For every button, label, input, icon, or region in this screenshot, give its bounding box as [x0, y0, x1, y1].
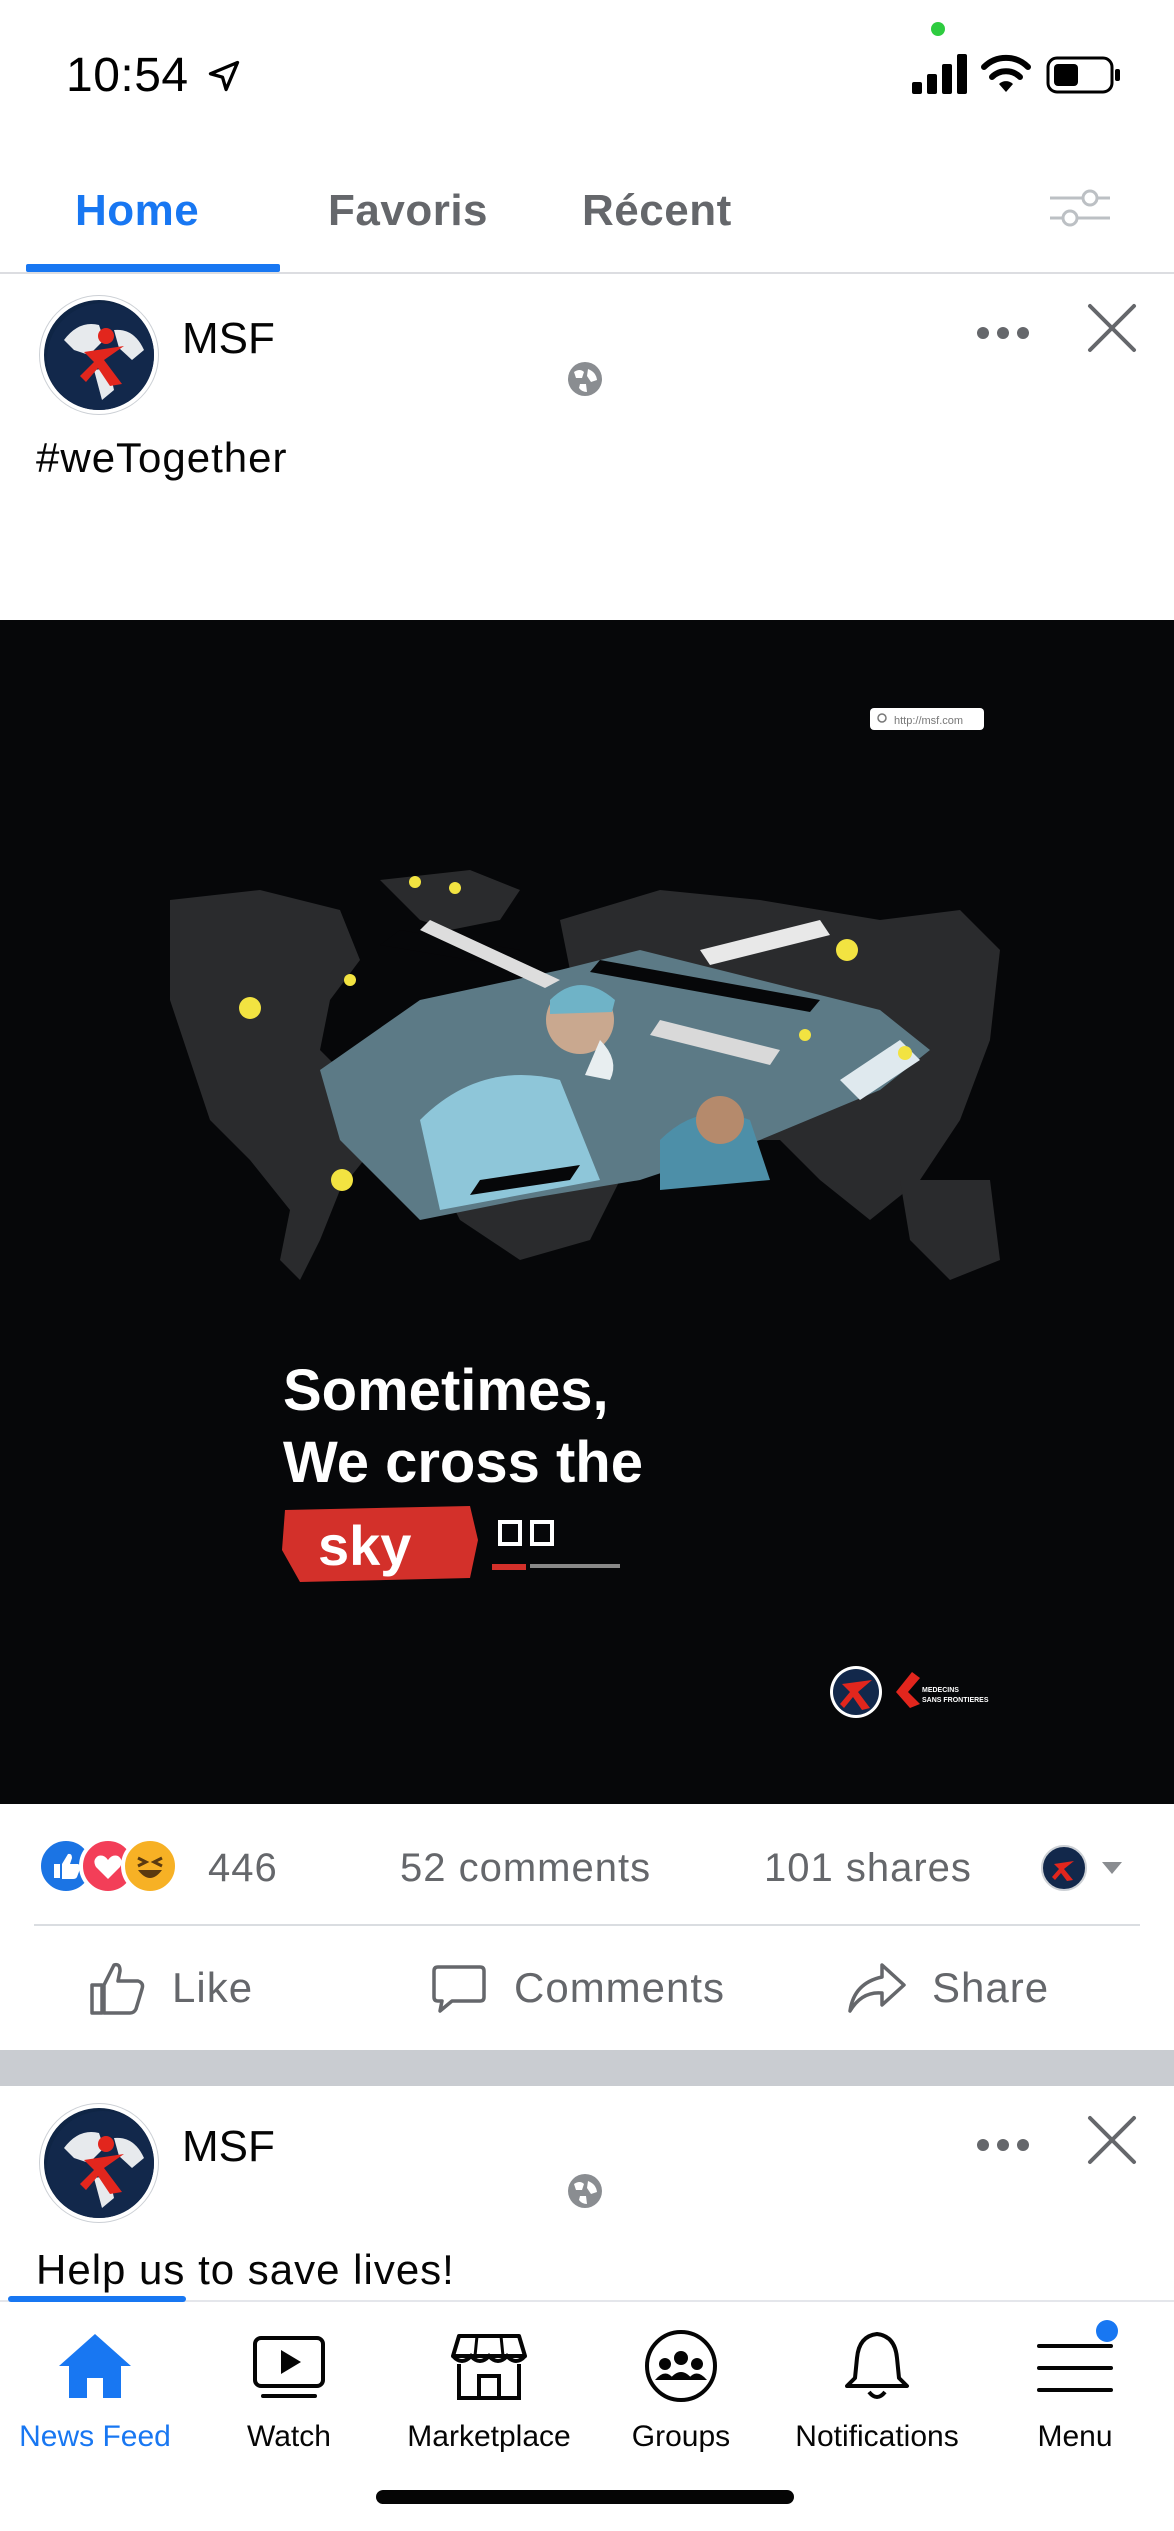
- home-icon: [59, 2334, 131, 2398]
- post-actions: Like Comments Share: [0, 1926, 1174, 2050]
- camera-indicator: [931, 22, 945, 36]
- globe-icon: [568, 2174, 602, 2208]
- post-text: #weTogether: [36, 434, 288, 481]
- more-options-icon[interactable]: [976, 326, 1030, 340]
- avatar[interactable]: [40, 296, 158, 414]
- image-url-text: http://msf.com: [894, 715, 963, 727]
- post-header: MSF #weTogether: [0, 274, 1174, 620]
- active-tab-indicator: [26, 264, 280, 272]
- like-button[interactable]: Like: [86, 1956, 253, 2020]
- nav-label: Menu: [1037, 2420, 1113, 2453]
- svg-text:MEDECINS: MEDECINS: [922, 1687, 959, 1694]
- filter-settings-icon[interactable]: [1046, 180, 1114, 236]
- comment-bubble-icon: [432, 1965, 486, 2013]
- cellular-signal-icon: [912, 54, 967, 94]
- reaction-count[interactable]: 446: [208, 1846, 278, 1891]
- watch-icon: [253, 2336, 325, 2398]
- nav-label: Marketplace: [407, 2420, 571, 2453]
- msf-logo-icon: [47, 2111, 154, 2218]
- share-arrow-icon: [848, 1963, 906, 2013]
- close-icon[interactable]: [1086, 2114, 1138, 2166]
- post-header: MSF Help us to save lives!: [0, 2086, 1174, 2300]
- globe-icon: [568, 362, 602, 396]
- campaign-artwork: http://msf.com Sometimes, We cross the s…: [170, 708, 1000, 1718]
- share-label: Share: [932, 1964, 1050, 2011]
- nav-menu[interactable]: Menu: [980, 2326, 1170, 2454]
- status-time: 10:54: [66, 49, 189, 102]
- nav-label: News Feed: [19, 2420, 171, 2453]
- comment-button[interactable]: Comments: [428, 1956, 725, 2020]
- thumbs-up-icon: [90, 1962, 145, 2015]
- share-button[interactable]: Share: [846, 1956, 1049, 2020]
- status-bar: 10:54: [0, 0, 1174, 150]
- feed-tabs: Home Favoris Récent: [0, 150, 1174, 274]
- reaction-icons[interactable]: [36, 1836, 186, 1896]
- shares-count[interactable]: 101 shares: [764, 1846, 972, 1891]
- menu-notification-dot: [1096, 2320, 1118, 2342]
- battery-icon: [1046, 56, 1120, 94]
- post-separator: [0, 2050, 1174, 2086]
- avatar[interactable]: [40, 2104, 158, 2222]
- nav-active-indicator: [8, 2296, 186, 2302]
- nav-label: Notifications: [795, 2420, 959, 2453]
- more-options-icon[interactable]: [976, 2138, 1030, 2152]
- nav-notifications[interactable]: Notifications: [782, 2326, 972, 2454]
- svg-text:SANS FRONTIERES: SANS FRONTIERES: [922, 1697, 989, 1704]
- nav-news-feed[interactable]: News Feed: [0, 2326, 190, 2454]
- page-name[interactable]: MSF: [182, 2122, 275, 2172]
- post-image[interactable]: http://msf.com Sometimes, We cross the s…: [0, 620, 1174, 1804]
- haha-reaction-icon: [121, 1837, 179, 1895]
- comments-count[interactable]: 52 comments: [400, 1846, 651, 1891]
- wifi-icon: [981, 54, 1031, 92]
- audience-selector-icon[interactable]: [1038, 1842, 1128, 1894]
- tab-recent[interactable]: Récent: [582, 186, 732, 236]
- nav-label: Watch: [247, 2420, 331, 2453]
- tab-favoris[interactable]: Favoris: [328, 186, 488, 236]
- marketplace-icon: [451, 2334, 527, 2400]
- reactions-bar[interactable]: 446 52 comments 101 shares: [0, 1804, 1174, 1926]
- location-arrow-icon: [208, 60, 240, 92]
- msf-logo-icon: [47, 303, 154, 410]
- image-headline-line2: We cross the: [283, 1430, 643, 1495]
- post-text: Help us to save lives!: [36, 2246, 455, 2293]
- nav-marketplace[interactable]: Marketplace: [394, 2326, 584, 2454]
- nav-groups[interactable]: Groups: [586, 2326, 776, 2454]
- image-headline-line1: Sometimes,: [283, 1358, 609, 1423]
- groups-icon: [645, 2330, 717, 2402]
- page-name[interactable]: MSF: [182, 314, 275, 364]
- comment-label: Comments: [514, 1964, 726, 2011]
- nav-watch[interactable]: Watch: [194, 2326, 384, 2454]
- image-headline-highlight: sky: [318, 1514, 411, 1577]
- nav-label: Groups: [631, 2420, 731, 2453]
- like-label: Like: [172, 1964, 254, 2011]
- tab-home[interactable]: Home: [75, 186, 199, 236]
- close-icon[interactable]: [1086, 302, 1138, 354]
- bell-icon: [845, 2332, 909, 2399]
- home-indicator[interactable]: [376, 2490, 794, 2504]
